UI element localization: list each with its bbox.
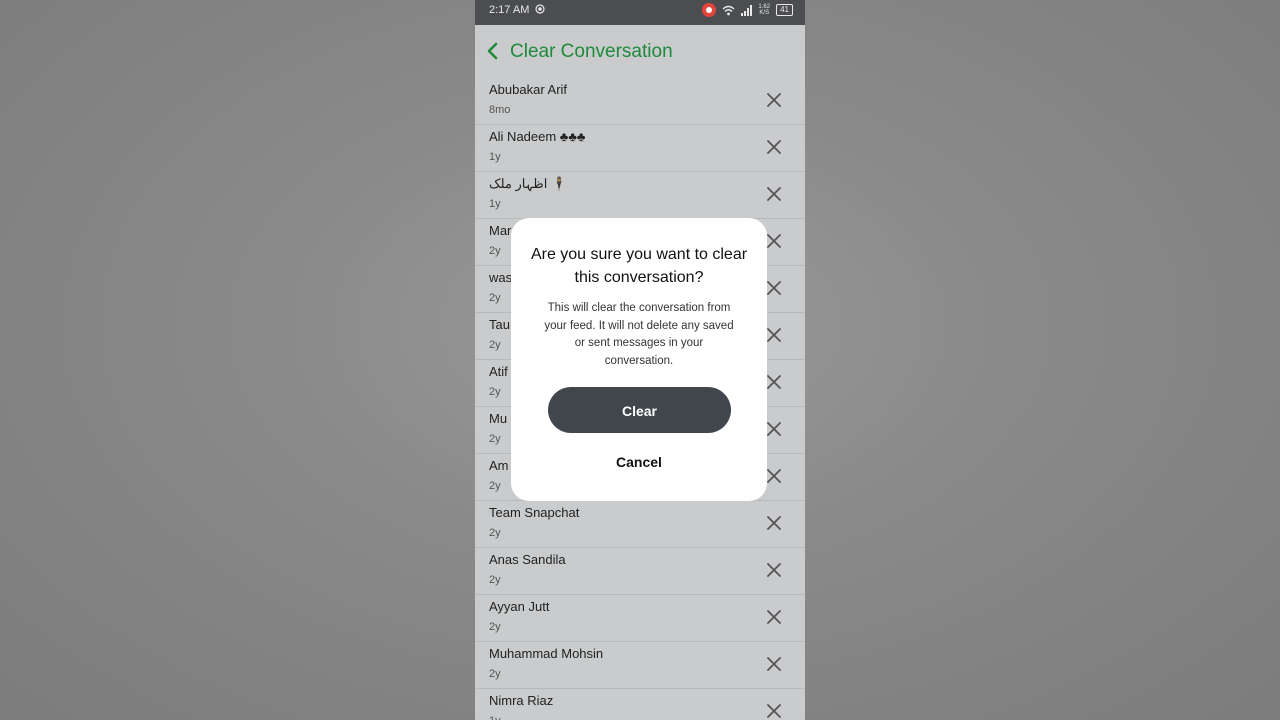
battery-icon: 41	[776, 4, 793, 16]
conversation-name: اظہار ملک 🕴	[489, 176, 568, 191]
dialog-message: This will clear the conversation from yo…	[544, 302, 734, 367]
conversation-name: Ali Nadeem ♣♣♣	[489, 129, 586, 144]
location-icon	[535, 4, 545, 14]
conversation-time: 2y	[489, 621, 501, 633]
conversation-row[interactable]: اظہار ملک 🕴 1y	[475, 172, 805, 219]
status-bar: 2:17 AM 1.62 K/S 41	[475, 0, 805, 25]
conversation-time: 2y	[489, 527, 501, 539]
conversation-name: Am	[489, 458, 509, 473]
conversation-name: Mar	[489, 223, 512, 238]
conversation-row[interactable]: Abubakar Arif 8mo	[475, 78, 805, 125]
conversation-name: Mu	[489, 411, 508, 426]
close-icon[interactable]	[767, 234, 781, 248]
close-icon[interactable]	[767, 469, 781, 483]
close-icon[interactable]	[767, 187, 781, 201]
status-time: 2:17 AM	[489, 4, 530, 16]
conversation-time: 1y	[489, 715, 501, 720]
conversation-time: 2y	[489, 292, 501, 304]
conversation-name: Muhammad Mohsin	[489, 646, 604, 661]
close-icon[interactable]	[767, 422, 781, 436]
conversation-row[interactable]: Nimra Riaz 1y	[475, 689, 805, 720]
conversation-name: was	[489, 270, 513, 285]
conversation-time: 1y	[489, 151, 501, 163]
conversation-row[interactable]: Muhammad Mohsin 2y	[475, 642, 805, 689]
close-icon[interactable]	[767, 93, 781, 107]
conversation-time: 1y	[489, 198, 501, 210]
conversation-time: 2y	[489, 386, 501, 398]
back-arrow-icon[interactable]	[485, 41, 501, 61]
close-icon[interactable]	[767, 516, 781, 530]
conversation-time: 2y	[489, 574, 501, 586]
conversation-name: Anas Sandila	[489, 552, 566, 567]
close-icon[interactable]	[767, 140, 781, 154]
network-speed: 1.62 K/S	[758, 4, 770, 16]
close-icon[interactable]	[767, 657, 781, 671]
cancel-button[interactable]: Cancel	[511, 454, 767, 470]
conversation-row[interactable]: Ayyan Jutt 2y	[475, 595, 805, 642]
conversation-row[interactable]: Ali Nadeem ♣♣♣ 1y	[475, 125, 805, 172]
close-icon[interactable]	[767, 704, 781, 718]
clear-button[interactable]: Clear	[548, 387, 731, 433]
conversation-name: Abubakar Arif	[489, 82, 568, 97]
conversation-name: Tau	[489, 317, 510, 332]
speed-unit: K/S	[759, 10, 770, 16]
conversation-time: 2y	[489, 480, 501, 492]
close-icon[interactable]	[767, 563, 781, 577]
conversation-name: Ayyan Jutt	[489, 599, 550, 614]
close-icon[interactable]	[767, 328, 781, 342]
header: Clear Conversation	[475, 25, 805, 78]
close-icon[interactable]	[767, 610, 781, 624]
signal-icon	[741, 4, 753, 16]
wifi-icon	[722, 5, 735, 15]
conversation-time: 8mo	[489, 104, 511, 116]
conversation-time: 2y	[489, 433, 501, 445]
screen-record-icon	[702, 3, 717, 17]
dialog-title: Are you sure you want to clear this conv…	[530, 246, 748, 286]
close-icon[interactable]	[767, 375, 781, 389]
conversation-name: Team Snapchat	[489, 505, 580, 520]
conversation-name: Atif	[489, 364, 508, 379]
conversation-time: 2y	[489, 339, 501, 351]
close-icon[interactable]	[767, 281, 781, 295]
conversation-time: 2y	[489, 668, 501, 680]
conversation-row[interactable]: Anas Sandila 2y	[475, 548, 805, 595]
conversation-row[interactable]: Team Snapchat 2y	[475, 501, 805, 548]
conversation-time: 2y	[489, 245, 501, 257]
conversation-name: Nimra Riaz	[489, 693, 554, 708]
confirm-dialog: Are you sure you want to clear this conv…	[511, 218, 767, 501]
page-title: Clear Conversation	[510, 41, 673, 62]
